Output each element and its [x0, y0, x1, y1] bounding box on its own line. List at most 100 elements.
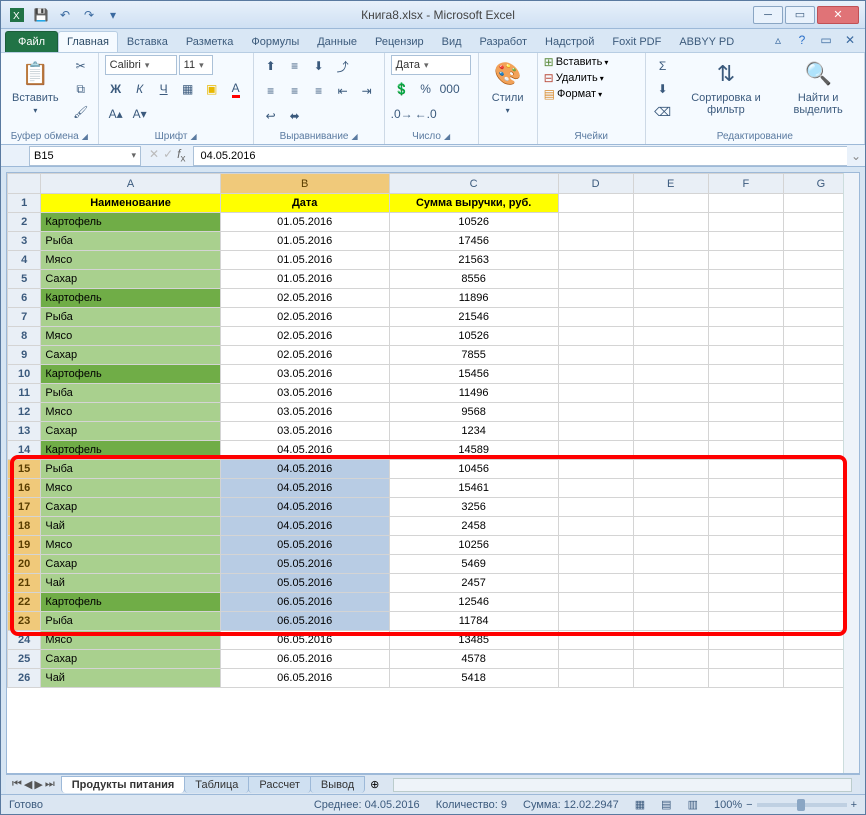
cell-sum[interactable]: 15456	[389, 365, 558, 384]
find-select-button[interactable]: 🔍 Найти и выделить	[778, 55, 858, 119]
cell-date[interactable]: 04.05.2016	[220, 479, 389, 498]
name-box[interactable]: B15▾	[29, 146, 141, 166]
cell-empty[interactable]	[708, 536, 783, 555]
cell-name[interactable]: Сахар	[41, 650, 220, 669]
cell-empty[interactable]	[558, 460, 633, 479]
redo-icon[interactable]: ↷	[79, 5, 99, 25]
number-format-combo[interactable]: Дата▾	[391, 55, 471, 75]
row-header[interactable]: 16	[8, 479, 41, 498]
cell-name[interactable]: Мясо	[41, 403, 220, 422]
copy-icon[interactable]: ⧉	[70, 78, 92, 100]
sheet-nav-first-icon[interactable]: ⏮	[12, 778, 22, 791]
shrink-font-icon[interactable]: A▾	[129, 103, 151, 125]
restore-workbook-icon[interactable]: ▭	[817, 31, 835, 49]
align-left-icon[interactable]: ≡	[260, 80, 282, 102]
cell-empty[interactable]	[708, 232, 783, 251]
cell-name[interactable]: Мясо	[41, 327, 220, 346]
help-icon[interactable]: ?	[793, 31, 811, 49]
cell-name[interactable]: Картофель	[41, 365, 220, 384]
new-sheet-icon[interactable]: ⊕	[364, 778, 385, 791]
cell-name[interactable]: Чай	[41, 517, 220, 536]
cell-empty[interactable]	[633, 289, 708, 308]
cell-date[interactable]: 02.05.2016	[220, 289, 389, 308]
row-header[interactable]: 10	[8, 365, 41, 384]
row-header[interactable]: 13	[8, 422, 41, 441]
cell-empty[interactable]	[633, 612, 708, 631]
cell-name[interactable]: Сахар	[41, 346, 220, 365]
sheet-nav-prev-icon[interactable]: ◀	[24, 778, 32, 791]
cell-sum[interactable]: 7855	[389, 346, 558, 365]
cell-date[interactable]: 06.05.2016	[220, 631, 389, 650]
cell-empty[interactable]	[558, 650, 633, 669]
cell-empty[interactable]	[633, 232, 708, 251]
cells-format-icon[interactable]: ▤	[544, 87, 555, 101]
cell-sum[interactable]: 5418	[389, 669, 558, 688]
cell-empty[interactable]	[558, 593, 633, 612]
row-header-1[interactable]: 1	[8, 194, 41, 213]
cell-empty[interactable]	[633, 327, 708, 346]
cell-empty[interactable]	[708, 213, 783, 232]
cell-empty[interactable]	[708, 612, 783, 631]
cell-empty[interactable]	[558, 346, 633, 365]
sheet-tab-1[interactable]: Продукты питания	[61, 776, 186, 793]
select-all-corner[interactable]	[8, 174, 41, 194]
cell-empty[interactable]	[633, 422, 708, 441]
currency-icon[interactable]: 💲	[391, 78, 413, 100]
row-header[interactable]: 26	[8, 669, 41, 688]
view-pagebreak-icon[interactable]: ▥	[688, 798, 698, 811]
cell-empty[interactable]	[633, 479, 708, 498]
expand-formula-bar-icon[interactable]: ⌄	[847, 149, 865, 163]
styles-button[interactable]: 🎨 Стили ▾	[485, 55, 531, 118]
cell-empty[interactable]	[708, 441, 783, 460]
cell-date[interactable]: 04.05.2016	[220, 460, 389, 479]
cell-name[interactable]: Сахар	[41, 498, 220, 517]
cell-name[interactable]: Рыба	[41, 232, 220, 251]
row-header[interactable]: 5	[8, 270, 41, 289]
cell-sum[interactable]: 10526	[389, 327, 558, 346]
row-header[interactable]: 14	[8, 441, 41, 460]
cell-name[interactable]: Чай	[41, 669, 220, 688]
cell-date[interactable]: 03.05.2016	[220, 403, 389, 422]
sheet-tab-4[interactable]: Вывод	[310, 776, 365, 793]
cell-empty[interactable]	[633, 498, 708, 517]
row-header[interactable]: 22	[8, 593, 41, 612]
cell-name[interactable]: Картофель	[41, 441, 220, 460]
cell-empty[interactable]	[558, 574, 633, 593]
cell-sum[interactable]: 13485	[389, 631, 558, 650]
vertical-scrollbar[interactable]	[843, 173, 859, 773]
cell-empty[interactable]	[708, 289, 783, 308]
minimize-button[interactable]: ─	[753, 6, 783, 24]
cell-date[interactable]: 06.05.2016	[220, 650, 389, 669]
cell-name[interactable]: Мясо	[41, 251, 220, 270]
cell-empty[interactable]	[558, 289, 633, 308]
tab-view[interactable]: Вид	[433, 31, 471, 52]
delete-cells-button[interactable]: Удалить	[556, 72, 598, 84]
maximize-button[interactable]: ▭	[785, 6, 815, 24]
cancel-formula-icon[interactable]: ✕	[149, 147, 159, 164]
cell-empty[interactable]	[633, 650, 708, 669]
cell-empty[interactable]	[633, 384, 708, 403]
cell-empty[interactable]	[708, 460, 783, 479]
cell-date[interactable]: 03.05.2016	[220, 422, 389, 441]
font-color-button[interactable]: A	[225, 78, 247, 100]
cell-empty[interactable]	[558, 232, 633, 251]
cell-empty[interactable]	[633, 403, 708, 422]
cell-empty[interactable]	[708, 384, 783, 403]
align-top-icon[interactable]: ⬆	[260, 55, 282, 77]
cell-sum[interactable]: 14589	[389, 441, 558, 460]
cell-empty[interactable]	[558, 327, 633, 346]
cell-empty[interactable]	[633, 555, 708, 574]
cell-date[interactable]: 04.05.2016	[220, 441, 389, 460]
cell-empty[interactable]	[633, 669, 708, 688]
minimize-ribbon-icon[interactable]: ▵	[769, 31, 787, 49]
col-header-f[interactable]: F	[708, 174, 783, 194]
cell-sum[interactable]: 4578	[389, 650, 558, 669]
cell-empty[interactable]	[633, 593, 708, 612]
row-header[interactable]: 18	[8, 517, 41, 536]
cell-empty[interactable]	[708, 327, 783, 346]
cell-name[interactable]: Картофель	[41, 213, 220, 232]
cell-empty[interactable]	[558, 251, 633, 270]
cut-icon[interactable]: ✂	[70, 55, 92, 77]
percent-icon[interactable]: %	[415, 78, 437, 100]
close-button[interactable]: ✕	[817, 6, 859, 24]
